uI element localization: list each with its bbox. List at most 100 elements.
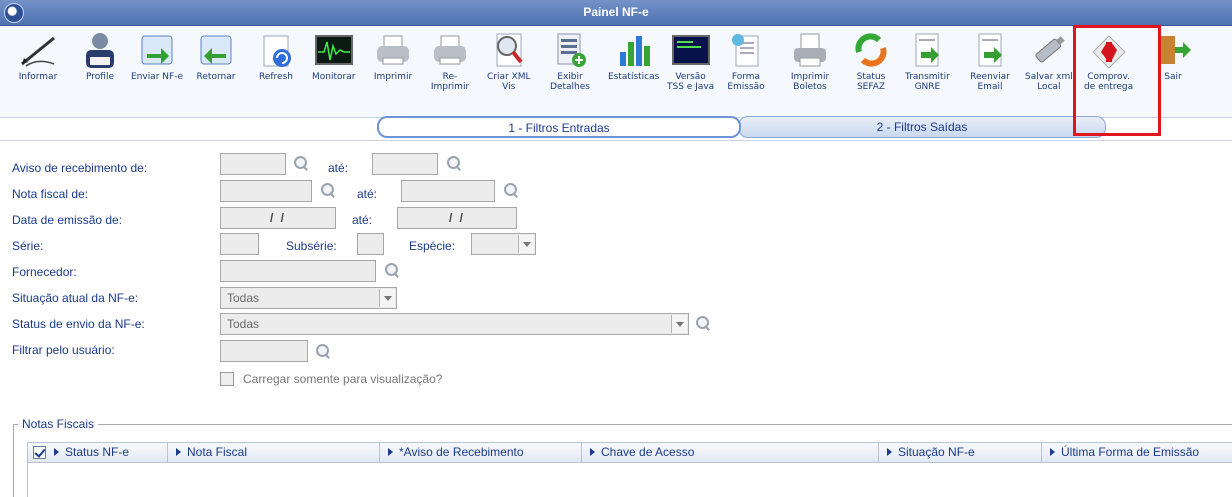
chevron-down-icon[interactable] [671,315,687,333]
aviso-de-field[interactable] [220,153,286,175]
serie-field[interactable] [220,233,259,255]
transmit-doc-icon [907,30,947,70]
sort-arrow-icon [388,448,393,456]
filtrar-usuario-label: Filtrar pelo usuário: [12,343,115,357]
column-status-nfe[interactable]: Status NF-e [28,443,168,462]
tab-label: 2 - Filtros Saídas [876,120,968,134]
window-title: Painel NF-e [583,5,649,19]
situacao-dropdown[interactable]: Todas [220,287,397,309]
status-envio-value: Todas [227,317,260,331]
subserie-field[interactable] [357,233,384,255]
exibir-detalhes-button[interactable]: Exibir Detalhes [550,30,590,92]
filtrar-usuario-field[interactable] [220,340,308,362]
sort-arrow-icon [590,448,595,456]
search-icon[interactable] [315,343,331,359]
column-situacao-nfe[interactable]: Situação NF-e [879,443,1042,462]
fornecedor-field[interactable] [220,260,376,282]
print-boletos-icon [790,30,830,70]
carregar-label: Carregar somente para visualização? [243,372,443,386]
especie-dropdown[interactable] [471,233,536,255]
aviso-ate-field[interactable] [372,153,438,175]
aviso-label: Aviso de recebimento de: [12,161,148,175]
especie-label: Espécie: [409,239,456,253]
nota-fiscal-label: Nota fiscal de: [12,187,89,201]
nota-ate-field[interactable] [401,180,495,202]
status-icon [851,30,891,70]
grid-header: Status NF-e Nota Fiscal *Aviso de Recebi… [27,442,1232,463]
select-all-checkbox[interactable] [33,446,46,459]
group-border-left [13,424,14,497]
imprimir-boletos-button[interactable]: Imprimir Boletos [790,30,830,92]
data-de-field[interactable]: / / [220,207,336,229]
column-ultima-forma-emissao[interactable]: Última Forma de Emissão [1042,443,1232,462]
serie-label: Série: [12,239,44,253]
fornecedor-label: Fornecedor: [12,265,77,279]
data-ate-label: até: [352,213,373,227]
data-emissao-label: Data de emissão de: [12,213,123,227]
estatisticas-button[interactable]: Estatísticas [608,30,659,82]
nota-ate-label: até: [357,187,378,201]
highlight-box [1073,25,1161,136]
details-icon [550,30,590,70]
nota-de-field[interactable] [220,180,312,202]
reenviar-email-button[interactable]: Reenviar Email [970,30,1010,92]
terminal-icon [671,30,711,70]
magnifier-doc-icon [489,30,529,70]
search-icon[interactable] [446,155,462,171]
situacao-label: Situação atual da NF-e: [12,291,139,305]
situacao-value: Todas [227,291,260,305]
printer-icon [430,30,470,70]
retornar-button[interactable]: Retornar [196,30,236,82]
sort-arrow-icon [887,448,892,456]
sort-arrow-icon [1050,448,1055,456]
enviar-nfe-button[interactable]: Enviar NF-e [131,30,183,82]
data-ate-field[interactable]: / / [397,207,517,229]
status-envio-label: Status de envio da NF-e: [12,317,145,331]
form-icon [726,30,766,70]
search-icon[interactable] [293,155,309,171]
resend-doc-icon [970,30,1010,70]
grid-body[interactable] [27,463,1232,497]
sort-arrow-icon [54,448,59,456]
column-aviso-recebimento[interactable]: *Aviso de Recebimento [380,443,582,462]
imprimir-button[interactable]: Imprimir [373,30,413,82]
chart-icon [614,30,654,70]
informar-button[interactable]: Informar [18,30,58,82]
search-icon[interactable] [503,182,519,198]
salvar-xml-local-button[interactable]: Salvar xml Local [1025,30,1073,92]
status-sefaz-button[interactable]: Status SEFAZ [851,30,891,92]
search-icon[interactable] [384,262,400,278]
notas-fiscais-title: Notas Fiscais [18,417,99,431]
versao-tss-java-button[interactable]: Versão TSS e Java [667,30,714,92]
refresh-icon [256,30,296,70]
forma-emissao-button[interactable]: Forma Emissão [726,30,766,92]
monitor-icon [314,30,354,70]
send-arrow-icon [137,30,177,70]
group-border [13,424,1232,425]
search-icon[interactable] [320,182,336,198]
title-bar: Painel NF-e [0,0,1232,26]
tab-filtros-saidas[interactable]: 2 - Filtros Saídas [738,116,1106,138]
pen-icon [18,30,58,70]
status-envio-dropdown[interactable]: Todas [220,313,689,335]
reimprimir-button[interactable]: Re- Imprimir [430,30,470,92]
tab-filtros-entradas[interactable]: 1 - Filtros Entradas [377,116,741,138]
transmitir-gnre-button[interactable]: Transmitir GNRE [905,30,950,92]
return-arrow-icon [196,30,236,70]
profile-button[interactable]: Profile [80,30,120,82]
column-chave-acesso[interactable]: Chave de Acesso [582,443,879,462]
usb-drive-icon [1029,30,1069,70]
chevron-down-icon[interactable] [518,235,534,253]
monitorar-button[interactable]: Monitorar [312,30,355,82]
toolbar: Informar Profile Enviar NF-e Retornar Re… [0,26,1232,118]
criar-xml-vis-button[interactable]: Criar XML Vis [487,30,531,92]
column-nota-fiscal[interactable]: Nota Fiscal [168,443,380,462]
profile-icon [80,30,120,70]
carregar-checkbox[interactable] [220,372,234,386]
printer-icon [373,30,413,70]
tab-label: 1 - Filtros Entradas [508,121,610,135]
search-icon[interactable] [695,315,711,331]
refresh-button[interactable]: Refresh [256,30,296,82]
chevron-down-icon[interactable] [379,289,395,307]
aviso-ate-label: até: [328,161,349,175]
